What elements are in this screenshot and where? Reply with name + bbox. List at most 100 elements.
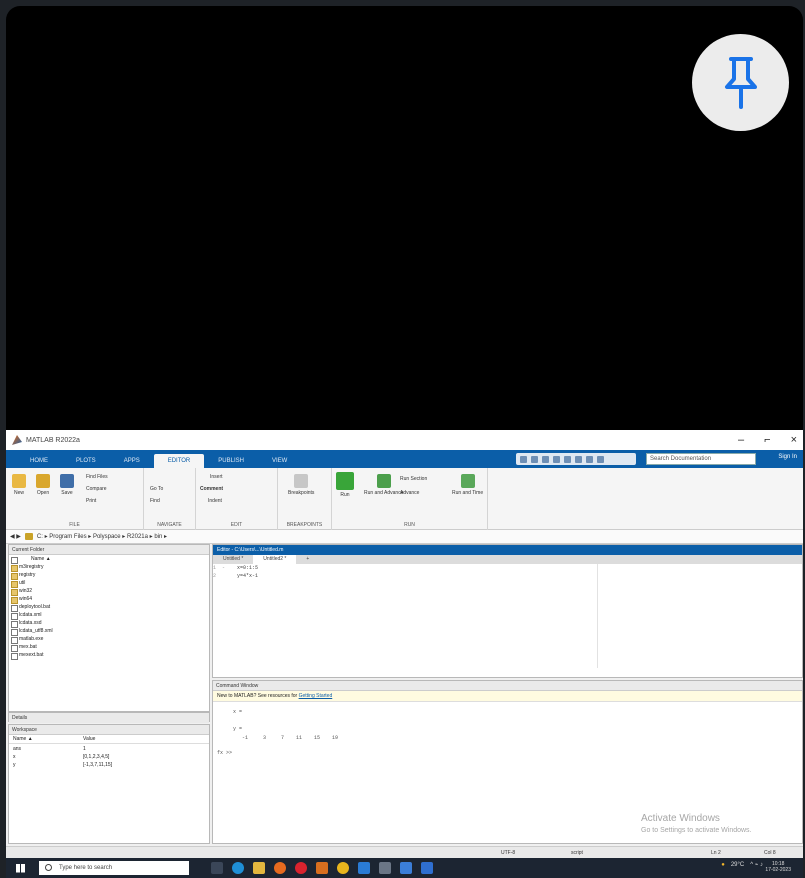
calculator-icon[interactable]: [379, 862, 391, 874]
code-line-1: 1 - x=0:1:5: [213, 565, 259, 571]
window-titlebar: MATLAB R2022a – ⌐ ×: [6, 430, 803, 450]
file-list-item[interactable]: mexext.bat: [9, 651, 209, 660]
file-list-item[interactable]: lcdata.xsd: [9, 619, 209, 628]
workspace-row[interactable]: x [0,1,2,3,4,5]: [9, 753, 209, 761]
taskbar-apps: [211, 862, 433, 874]
breakpoints-group-label: BREAKPOINTS: [286, 522, 323, 528]
back-arrow-icon[interactable]: ◀ ▶: [10, 533, 21, 540]
run-and-advance-button[interactable]: Run and Advance: [364, 474, 403, 496]
file-list-item[interactable]: m3iregistry: [9, 563, 209, 572]
ws-var-name: ans: [13, 746, 22, 752]
navigate-group-label: NAVIGATE: [157, 522, 182, 528]
edge-icon[interactable]: [232, 862, 244, 874]
search-documentation-input[interactable]: Search Documentation: [646, 453, 756, 465]
start-button[interactable]: [16, 863, 25, 873]
run-group-label: RUN: [404, 522, 415, 528]
insert-button[interactable]: Insert: [210, 474, 223, 480]
editor-tabs: Untitled * Untitled2 * +: [213, 555, 802, 564]
address-bar[interactable]: ◀ ▶ C: ▸ Program Files ▸ Polyspace ▸ R20…: [6, 530, 803, 544]
minimize-button[interactable]: –: [738, 434, 744, 446]
ws-var-value: [0,1,2,3,4,5]: [83, 754, 110, 760]
run-and-time-button[interactable]: Run and Time: [452, 474, 483, 496]
workspace-row[interactable]: ans 1: [9, 745, 209, 753]
workspace-columns: Name ▲ Value: [9, 735, 209, 744]
sign-in-link[interactable]: Sign In: [778, 454, 797, 460]
chrome-icon[interactable]: [337, 862, 349, 874]
taskbar-search-input[interactable]: Type here to search: [39, 861, 189, 875]
tab-view[interactable]: VIEW: [258, 454, 301, 468]
editor-tab-2[interactable]: Untitled2 *: [253, 555, 297, 564]
close-button[interactable]: ×: [791, 434, 797, 446]
word-icon[interactable]: [421, 862, 433, 874]
file-list-item[interactable]: mex.bat: [9, 643, 209, 652]
getting-started-notice: New to MATLAB? See resources for Getting…: [213, 691, 802, 702]
run-button[interactable]: Run: [336, 472, 354, 498]
app-icon[interactable]: [400, 862, 412, 874]
folder-icon: [24, 533, 33, 540]
tab-home[interactable]: HOME: [16, 454, 62, 468]
advance-button[interactable]: Advance: [400, 490, 419, 496]
file-explorer-icon[interactable]: [253, 862, 265, 874]
compare-button[interactable]: Compare: [86, 486, 107, 492]
file-group-label: FILE: [69, 522, 80, 528]
store-icon[interactable]: [358, 862, 370, 874]
ws-var-name: x: [13, 754, 16, 760]
cw-prompt[interactable]: fx >>: [213, 749, 802, 758]
taskbar-clock[interactable]: 10:18 17-02-2023: [765, 861, 791, 873]
activate-windows-watermark: Activate Windows Go to Settings to activ…: [641, 813, 752, 834]
open-button[interactable]: Open: [36, 474, 50, 496]
address-path[interactable]: C: ▸ Program Files ▸ Polyspace ▸ R2021a …: [37, 533, 167, 540]
file-list-item[interactable]: lcdata_utf8.xml: [9, 627, 209, 636]
image-card: MATLAB R2022a – ⌐ × HOME PLOTS APPS EDITOR P…: [6, 6, 803, 878]
file-list-item[interactable]: matlab.exe: [9, 635, 209, 644]
firefox-icon[interactable]: [274, 862, 286, 874]
workspace-panel: Workspace Name ▲ Value ans 1 x [0,1,2,3,4,5…: [8, 724, 210, 844]
code-area[interactable]: 1 - x=0:1:5 2 y=4*x-1: [213, 564, 802, 668]
tab-publish[interactable]: PUBLISH: [204, 454, 258, 468]
task-view-icon[interactable]: [211, 862, 223, 874]
file-list-item[interactable]: win64: [9, 595, 209, 604]
print-button[interactable]: Print: [86, 498, 96, 504]
tab-apps[interactable]: APPS: [110, 454, 154, 468]
matlab-logo: [12, 435, 22, 445]
file-list-item[interactable]: util: [9, 579, 209, 588]
run-group: Run Run and Advance Run Section Advance …: [332, 468, 488, 530]
workspace-row[interactable]: y [-1,3,7,11,15]: [9, 761, 209, 769]
opera-icon[interactable]: [295, 862, 307, 874]
getting-started-link[interactable]: Getting Started: [299, 693, 333, 699]
find-button[interactable]: Find: [150, 498, 160, 504]
maximize-button[interactable]: ⌐: [764, 434, 770, 446]
weather-icon[interactable]: ●: [721, 862, 725, 868]
name-column-header[interactable]: Name ▲: [9, 555, 209, 564]
ws-name-col[interactable]: Name ▲: [13, 735, 83, 743]
status-filetype: script: [571, 850, 583, 856]
pin-button[interactable]: [692, 34, 789, 131]
save-button[interactable]: Save: [60, 474, 74, 496]
file-list-item[interactable]: deploytool.bat: [9, 603, 209, 612]
file-list-item[interactable]: lcdata.xml: [9, 611, 209, 620]
editor-panel: Editor - C:\Users\...\Untitled.m Untitle…: [212, 544, 803, 678]
file-list-item[interactable]: win32: [9, 587, 209, 596]
go-to-button[interactable]: Go To: [150, 486, 163, 492]
quick-access-toolbar[interactable]: [516, 453, 636, 465]
find-files-button[interactable]: Find Files: [86, 474, 108, 480]
run-section-button[interactable]: Run Section: [400, 476, 427, 482]
status-bar: UTF-8 script Ln 2 Col 8: [6, 846, 803, 858]
editor-tab-1[interactable]: Untitled *: [213, 555, 253, 564]
new-tab-button[interactable]: +: [296, 555, 319, 564]
breakpoints-button[interactable]: Breakpoints: [288, 474, 314, 496]
workspace-header: Workspace: [9, 725, 209, 735]
command-window-header: Command Window: [213, 681, 802, 691]
weather-temp[interactable]: 29°C: [731, 862, 744, 868]
tab-editor[interactable]: EDITOR: [153, 454, 205, 468]
ws-value-col[interactable]: Value: [83, 735, 95, 743]
tab-plots[interactable]: PLOTS: [62, 454, 110, 468]
new-button[interactable]: New: [12, 474, 26, 496]
indent-button[interactable]: Indent: [208, 498, 222, 504]
details-bar[interactable]: Details: [8, 712, 210, 723]
comment-button[interactable]: Comment: [200, 486, 223, 492]
cw-output-x: x =: [227, 709, 243, 715]
file-list-item[interactable]: registry: [9, 571, 209, 580]
tray-icons[interactable]: ^ ⌁ ♪: [750, 861, 763, 868]
matlab-taskbar-icon[interactable]: [316, 862, 328, 874]
